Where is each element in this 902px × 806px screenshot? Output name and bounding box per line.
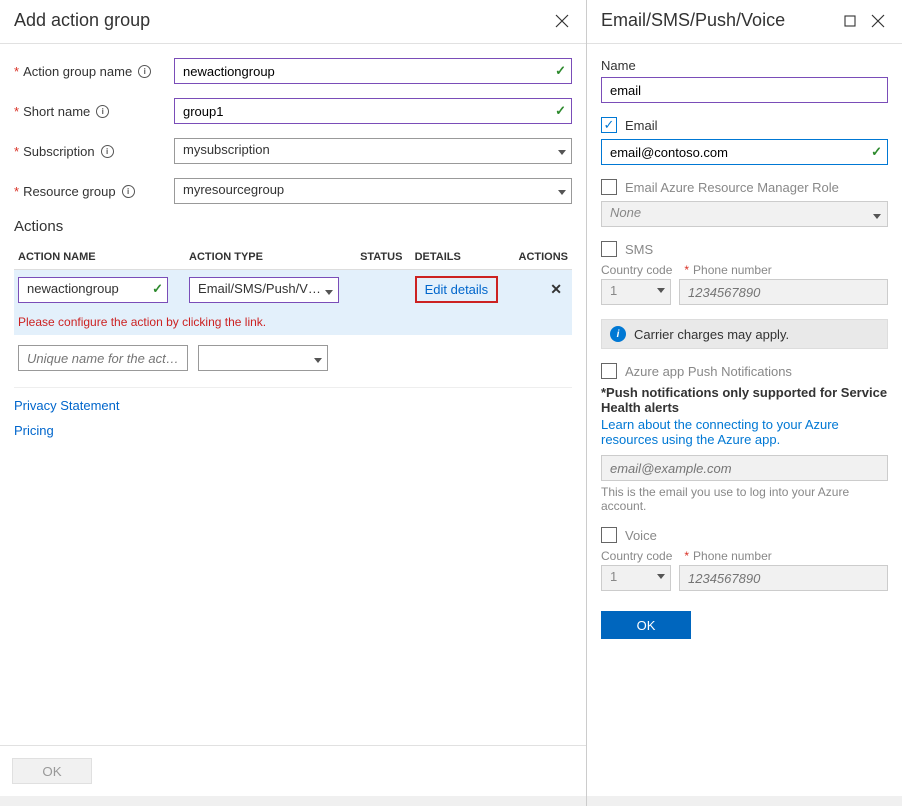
info-icon[interactable]: i	[101, 145, 114, 158]
short-name-input[interactable]	[174, 98, 572, 124]
actions-heading: Actions	[14, 218, 572, 235]
action-type-select[interactable]: Email/SMS/Push/V…	[189, 277, 339, 303]
info-icon[interactable]: i	[96, 105, 109, 118]
right-body: Name ✓ Email ✓ Email Azure Resource Mana…	[587, 44, 902, 796]
col-action-name: ACTION NAME	[14, 245, 185, 270]
email-checkbox-label: Email	[625, 118, 658, 133]
arm-role-checkbox[interactable]	[601, 179, 617, 195]
action-group-name-label: *Action group name i	[14, 64, 174, 79]
sms-checkbox[interactable]	[601, 241, 617, 257]
voice-checkbox[interactable]	[601, 527, 617, 543]
country-code-label: Country code	[601, 549, 672, 563]
action-row: newactiongroup ✓ Email/SMS/Push/V… Edit …	[14, 270, 572, 310]
right-title: Email/SMS/Push/Voice	[601, 10, 832, 31]
checkmark-icon: ✓	[871, 144, 882, 160]
chevron-down-icon	[657, 571, 665, 582]
chevron-down-icon	[657, 285, 665, 296]
col-status: STATUS	[356, 245, 411, 270]
left-title: Add action group	[14, 10, 544, 31]
push-help-text: This is the email you use to log into yo…	[601, 485, 888, 513]
email-input[interactable]	[601, 139, 888, 165]
carrier-info-bar: i Carrier charges may apply.	[601, 319, 888, 349]
sms-country-code-select[interactable]: 1	[601, 279, 671, 305]
chevron-down-icon	[314, 351, 322, 366]
arm-role-checkbox-label: Email Azure Resource Manager Role	[625, 180, 839, 195]
checkmark-icon: ✓	[555, 63, 566, 79]
action-group-name-input[interactable]	[174, 58, 572, 84]
carrier-info-text: Carrier charges may apply.	[634, 327, 789, 342]
add-action-group-panel: Add action group *Action group name i ✓ …	[0, 0, 587, 806]
actions-table: ACTION NAME ACTION TYPE STATUS DETAILS A…	[14, 245, 572, 388]
push-checkbox[interactable]	[601, 363, 617, 379]
edit-details-link[interactable]: Edit details	[415, 276, 499, 303]
phone-number-label: *Phone number	[684, 549, 771, 563]
maximize-icon[interactable]	[840, 11, 860, 31]
left-body: *Action group name i ✓ *Short name i ✓ *…	[0, 44, 586, 745]
chevron-down-icon	[873, 207, 881, 222]
col-details: DETAILS	[411, 245, 510, 270]
pricing-link[interactable]: Pricing	[14, 423, 572, 438]
left-footer: OK	[0, 745, 586, 796]
push-note: *Push notifications only supported for S…	[601, 385, 888, 415]
action-type-empty-select[interactable]	[198, 345, 328, 371]
left-header: Add action group	[0, 0, 586, 44]
action-name-input[interactable]: newactiongroup	[18, 277, 168, 303]
email-checkbox[interactable]: ✓	[601, 117, 617, 133]
action-name-empty-input[interactable]	[18, 345, 188, 371]
remove-action-icon[interactable]: ✕	[550, 281, 568, 297]
name-input[interactable]	[601, 77, 888, 103]
resource-group-label: *Resource group i	[14, 184, 174, 199]
left-scrollbar[interactable]	[0, 796, 586, 806]
privacy-statement-link[interactable]: Privacy Statement	[14, 398, 572, 413]
voice-checkbox-label: Voice	[625, 528, 657, 543]
right-header: Email/SMS/Push/Voice	[587, 0, 902, 44]
action-row-empty	[14, 335, 572, 377]
chevron-down-icon	[325, 283, 333, 298]
push-learn-link[interactable]: Learn about the connecting to your Azure…	[601, 417, 888, 447]
action-row-error: Please configure the action by clicking …	[14, 309, 572, 335]
short-name-label: *Short name i	[14, 104, 174, 119]
info-icon[interactable]: i	[122, 185, 135, 198]
voice-country-code-select[interactable]: 1	[601, 565, 671, 591]
ok-button[interactable]: OK	[12, 758, 92, 784]
col-action-type: ACTION TYPE	[185, 245, 356, 270]
close-icon[interactable]	[552, 11, 572, 31]
checkmark-icon: ✓	[555, 103, 566, 119]
info-icon: i	[610, 326, 626, 342]
close-icon[interactable]	[868, 11, 888, 31]
col-actions: ACTIONS	[510, 245, 572, 270]
subscription-label: *Subscription i	[14, 144, 174, 159]
voice-phone-input[interactable]	[679, 565, 888, 591]
push-email-input[interactable]	[601, 455, 888, 481]
right-scrollbar[interactable]	[587, 796, 902, 806]
resource-group-select[interactable]: myresourcegroup	[174, 178, 572, 204]
push-checkbox-label: Azure app Push Notifications	[625, 364, 792, 379]
subscription-select[interactable]: mysubscription	[174, 138, 572, 164]
phone-number-label: *Phone number	[684, 263, 771, 277]
info-icon[interactable]: i	[138, 65, 151, 78]
sms-checkbox-label: SMS	[625, 242, 653, 257]
sms-phone-input[interactable]	[679, 279, 888, 305]
name-label: Name	[601, 58, 888, 73]
arm-role-select[interactable]: None	[601, 201, 888, 227]
email-sms-push-voice-panel: Email/SMS/Push/Voice Name ✓ Email ✓ Emai…	[587, 0, 902, 806]
checkmark-icon: ✓	[152, 281, 163, 297]
ok-button[interactable]: OK	[601, 611, 691, 639]
country-code-label: Country code	[601, 263, 672, 277]
